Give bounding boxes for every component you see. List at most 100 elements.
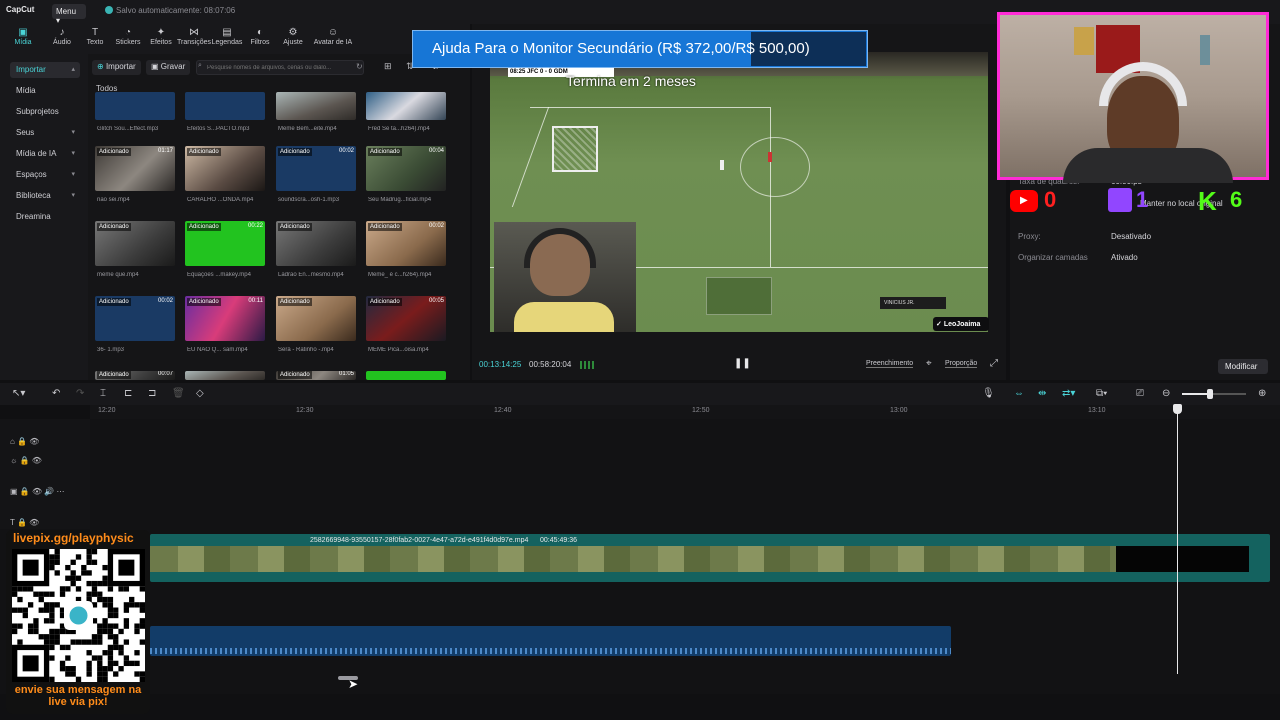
caption-icon[interactable]: ⎚ <box>1136 388 1144 399</box>
ratio-button[interactable]: Proporção <box>945 360 978 368</box>
media-thumbnail[interactable]: Adicionado <box>276 221 356 266</box>
clip-filename: 2582669948-93550157-28f0fab2-0027-4e47-a… <box>310 537 529 544</box>
media-thumbnail[interactable]: Adicionado 01:17 <box>95 146 175 191</box>
tool-media[interactable]: ▣ Mídia <box>4 26 42 52</box>
nav-item[interactable]: Subprojetos <box>10 104 80 120</box>
link-icon[interactable]: ⇔ <box>1014 388 1024 399</box>
grid-view-icon[interactable]: ⊞ <box>384 61 392 72</box>
media-duration: 00:02 <box>338 148 354 154</box>
media-toolbar: ⊕ Importar ▣ Gravar ⌕ ↻ ⊞ ⇅ ⇵ <box>92 60 467 76</box>
channel-tag: ✓ LeoJoaima <box>933 317 989 331</box>
split-right-icon[interactable]: ⊐ <box>148 388 156 399</box>
record-button[interactable]: ▣ Gravar <box>146 60 191 75</box>
ends-text: Termina em 2 meses <box>566 73 696 89</box>
microphone-icon[interactable]: 🎙 <box>982 388 995 399</box>
media-thumbnail[interactable]: Adicionado 00:22 <box>185 221 265 266</box>
media-thumbnail[interactable]: Adicionado 00:02 <box>276 146 356 191</box>
media-thumbnail[interactable]: Adicionado <box>95 221 175 266</box>
media-thumbnail[interactable]: Adicionado 00:04 <box>366 146 446 191</box>
media-thumbnail[interactable]: Adicionado 00:05 <box>366 296 446 341</box>
media-thumbnail[interactable] <box>185 92 265 120</box>
media-thumbnail[interactable]: Adicionado 01:05 <box>276 371 356 380</box>
media-filename: EU NÃO Q... sam.mp4 <box>187 347 248 353</box>
zoom-out-icon[interactable]: ⊖ <box>1162 388 1170 399</box>
media-thumbnail[interactable] <box>185 371 265 380</box>
redo-icon[interactable]: ↷ <box>76 388 84 399</box>
media-filename: Meme Bem...eite.mp4 <box>278 126 337 132</box>
streamer-cam <box>494 222 636 332</box>
zoom-in-icon[interactable]: ⊕ <box>1258 388 1266 399</box>
current-timecode: 00:13:14:25 <box>479 360 522 369</box>
snap-icon[interactable]: ⇄▾ <box>1062 388 1075 399</box>
import-button[interactable]: ⊕ Importar <box>92 60 141 75</box>
chevron-icon: ▾ <box>71 171 75 178</box>
tool-avatar[interactable]: ☺ Avatar de IA <box>306 26 360 52</box>
media-thumbnail[interactable]: Adicionado <box>185 146 265 191</box>
nav-item[interactable]: Mídia de IA ▾ <box>10 146 80 162</box>
media-thumbnail[interactable]: Adicionado <box>276 296 356 341</box>
added-badge: Adicionado <box>368 298 402 306</box>
media-duration: 00:11 <box>248 298 263 304</box>
playhead-line[interactable] <box>1177 406 1178 674</box>
magnet-icon[interactable]: ⇹ <box>1038 388 1046 399</box>
marker-icon[interactable]: ◇ <box>196 388 204 399</box>
track-controls[interactable]: ▣ 🔒 👁 🔊 ⋯ <box>10 487 65 496</box>
media-thumbnail[interactable]: Adicionado 00:02 <box>95 296 175 341</box>
nav-item[interactable]: Espaços ▾ <box>10 167 80 183</box>
audio-waveform <box>150 648 951 654</box>
timeline-scrollbar[interactable] <box>338 676 358 680</box>
added-badge: Adicionado <box>187 148 221 156</box>
media-thumbnail[interactable]: Adicionado 00:02 <box>366 221 446 266</box>
media-thumbnail[interactable] <box>276 92 356 120</box>
nav-item[interactable]: Seus ▾ <box>10 125 80 141</box>
track-controls[interactable]: T 🔒 👁 <box>10 518 39 527</box>
undo-icon[interactable]: ↶ <box>52 388 60 399</box>
organize-layers-value[interactable]: Ativado <box>1111 253 1138 262</box>
fill-button[interactable]: Preenchimento <box>866 360 914 368</box>
nav-item[interactable]: Importar ▴ <box>10 62 80 78</box>
track-controls[interactable]: ☼ 🔒 👁 <box>10 456 42 465</box>
nav-item[interactable]: Mídia <box>10 83 80 99</box>
twitch-count: 1 <box>1136 187 1149 212</box>
split-left-icon[interactable]: ⊏ <box>124 388 132 399</box>
menu-button[interactable]: Menu ▾ <box>52 4 86 25</box>
ruler-tick-label: 12:40 <box>494 407 512 414</box>
media-duration: 00:07 <box>157 371 173 377</box>
added-badge: Adicionado <box>97 223 131 231</box>
media-filename: soundscra...osh-1.mp3 <box>278 197 340 203</box>
pause-button[interactable]: ❚❚ <box>734 358 751 369</box>
media-thumbnail[interactable]: Adicionado 00:11 <box>185 296 265 341</box>
preview-axis-icon[interactable]: ⧉▾ <box>1096 388 1107 399</box>
tool-label: Efeitos <box>150 39 172 46</box>
youtube-icon: ▶ <box>1010 190 1038 212</box>
timeline-toolbar <box>0 383 1280 405</box>
split-icon[interactable]: ⌶ <box>100 388 106 399</box>
media-duration: 01:05 <box>338 371 354 377</box>
nav-item[interactable]: Dreamina <box>10 209 80 225</box>
track-controls[interactable]: ⌂ 🔒 👁 <box>10 437 39 446</box>
media-thumbnail[interactable] <box>366 371 446 380</box>
proxy-value[interactable]: Desativado <box>1111 232 1151 241</box>
autosave-icon <box>105 6 113 14</box>
qr-code-icon <box>12 549 145 682</box>
fullscreen-icon[interactable]: ⤢ <box>990 358 998 369</box>
nav-item-label: Biblioteca <box>16 191 51 200</box>
playhead-handle[interactable] <box>1173 404 1182 414</box>
refresh-icon[interactable]: ↻ <box>356 62 363 71</box>
pitch-line <box>511 107 550 207</box>
select-tool-icon[interactable]: ↖▾ <box>12 388 25 399</box>
avatar-icon: ☺ <box>327 27 339 38</box>
audio-meter-icon <box>580 361 594 369</box>
zoom-slider-handle[interactable] <box>1207 389 1213 399</box>
media-thumbnail[interactable] <box>366 92 446 120</box>
media-filename: Meme_ é c...h264).mp4 <box>368 272 432 278</box>
search-input[interactable] <box>196 60 364 75</box>
media-thumbnail[interactable]: Adicionado 00:07 <box>95 371 175 380</box>
main-toolbar: ▣ Mídia ♪ Áudio T Texto ◔ Stickers ✦ Efeitos ⋈ Tran… <box>0 24 470 54</box>
tool-label: Texto <box>86 39 104 46</box>
screenshot-icon[interactable]: ⌖ <box>926 358 932 369</box>
media-thumbnail[interactable] <box>95 92 175 120</box>
nav-item[interactable]: Biblioteca ▾ <box>10 188 80 204</box>
delete-icon[interactable]: 🗑 <box>172 388 185 399</box>
modify-button[interactable]: Modificar <box>1218 359 1268 374</box>
